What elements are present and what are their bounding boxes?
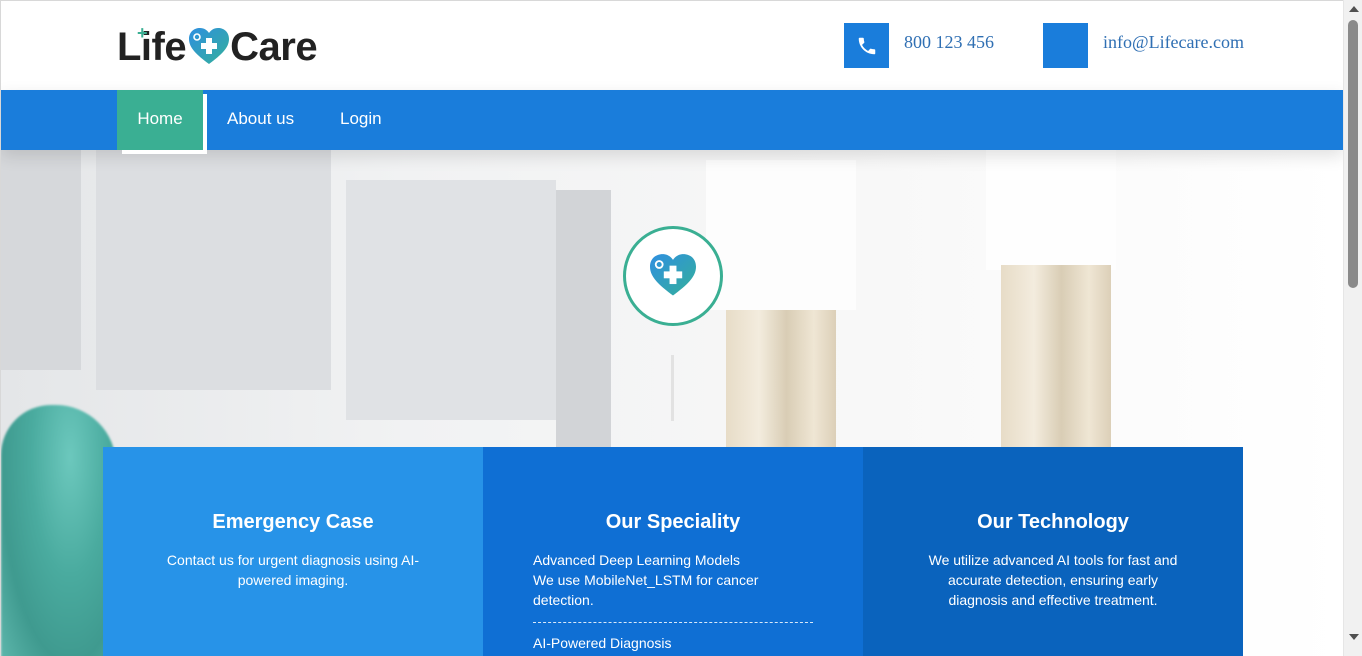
heart-plus-icon (650, 254, 696, 296)
page: + Life Care 800 123 456 info@Lifecare.co… (0, 0, 1343, 656)
email-contact[interactable]: info@Lifecare.com (1043, 23, 1244, 68)
phone-icon (844, 23, 889, 68)
nav-item-home[interactable]: Home (117, 90, 203, 150)
site-logo[interactable]: + Life Care (117, 23, 318, 69)
card-emergency-text: Contact us for urgent diagnosis using AI… (166, 552, 420, 588)
card-speciality: Our Speciality Advanced Deep Learning Mo… (483, 447, 863, 656)
scroll-down-arrow-icon[interactable] (1349, 634, 1359, 640)
scroll-thumb[interactable] (1348, 20, 1358, 288)
feature-cards: Emergency Case Contact us for urgent dia… (103, 447, 1243, 656)
curtain-sheer (706, 160, 856, 310)
doctor-figure (1, 405, 116, 656)
nav-active-indicator (122, 150, 207, 154)
heart-plus-icon (189, 28, 230, 64)
phone-number[interactable]: 800 123 456 (904, 32, 994, 53)
curtain-sheer (986, 150, 1116, 270)
logo-text-care: Care (230, 24, 318, 69)
speciality-divider (533, 622, 813, 623)
speciality-item-text: We use MobileNet_LSTM for cancer detecti… (533, 572, 759, 608)
speciality-list: Advanced Deep Learning Models We use Mob… (483, 550, 863, 653)
nav-item-about[interactable]: About us (227, 90, 294, 150)
page-scrollbar[interactable] (1343, 0, 1362, 656)
card-technology: Our Technology We utilize advanced AI to… (863, 447, 1243, 656)
site-header: + Life Care 800 123 456 info@Lifecare.co… (1, 1, 1343, 90)
card-emergency: Emergency Case Contact us for urgent dia… (103, 447, 483, 656)
hero-divider (671, 355, 674, 421)
email-icon (1043, 23, 1088, 68)
logo-text-life: Life (117, 24, 187, 69)
nav-item-login[interactable]: Login (340, 90, 382, 150)
logo-plus-mark: + (137, 23, 148, 43)
nav-active-indicator-side (203, 94, 207, 154)
speciality-item-title: Advanced Deep Learning Models (533, 552, 741, 568)
scroll-up-arrow-icon[interactable] (1349, 6, 1359, 12)
card-emergency-title: Emergency Case (212, 511, 374, 533)
card-speciality-title: Our Speciality (605, 511, 741, 533)
window-blind (1, 150, 81, 370)
main-nav: Home About us Login (1, 90, 1343, 154)
card-technology-title: Our Technology (977, 511, 1129, 533)
window-blind (96, 150, 331, 390)
phone-contact[interactable]: 800 123 456 (844, 23, 994, 68)
card-technology-text: We utilize advanced AI tools for fast an… (928, 552, 1178, 608)
window-blind (346, 180, 556, 420)
email-address[interactable]: info@Lifecare.com (1103, 32, 1244, 53)
hero-badge (623, 226, 723, 326)
speciality-item-title: AI-Powered Diagnosis (533, 635, 672, 651)
